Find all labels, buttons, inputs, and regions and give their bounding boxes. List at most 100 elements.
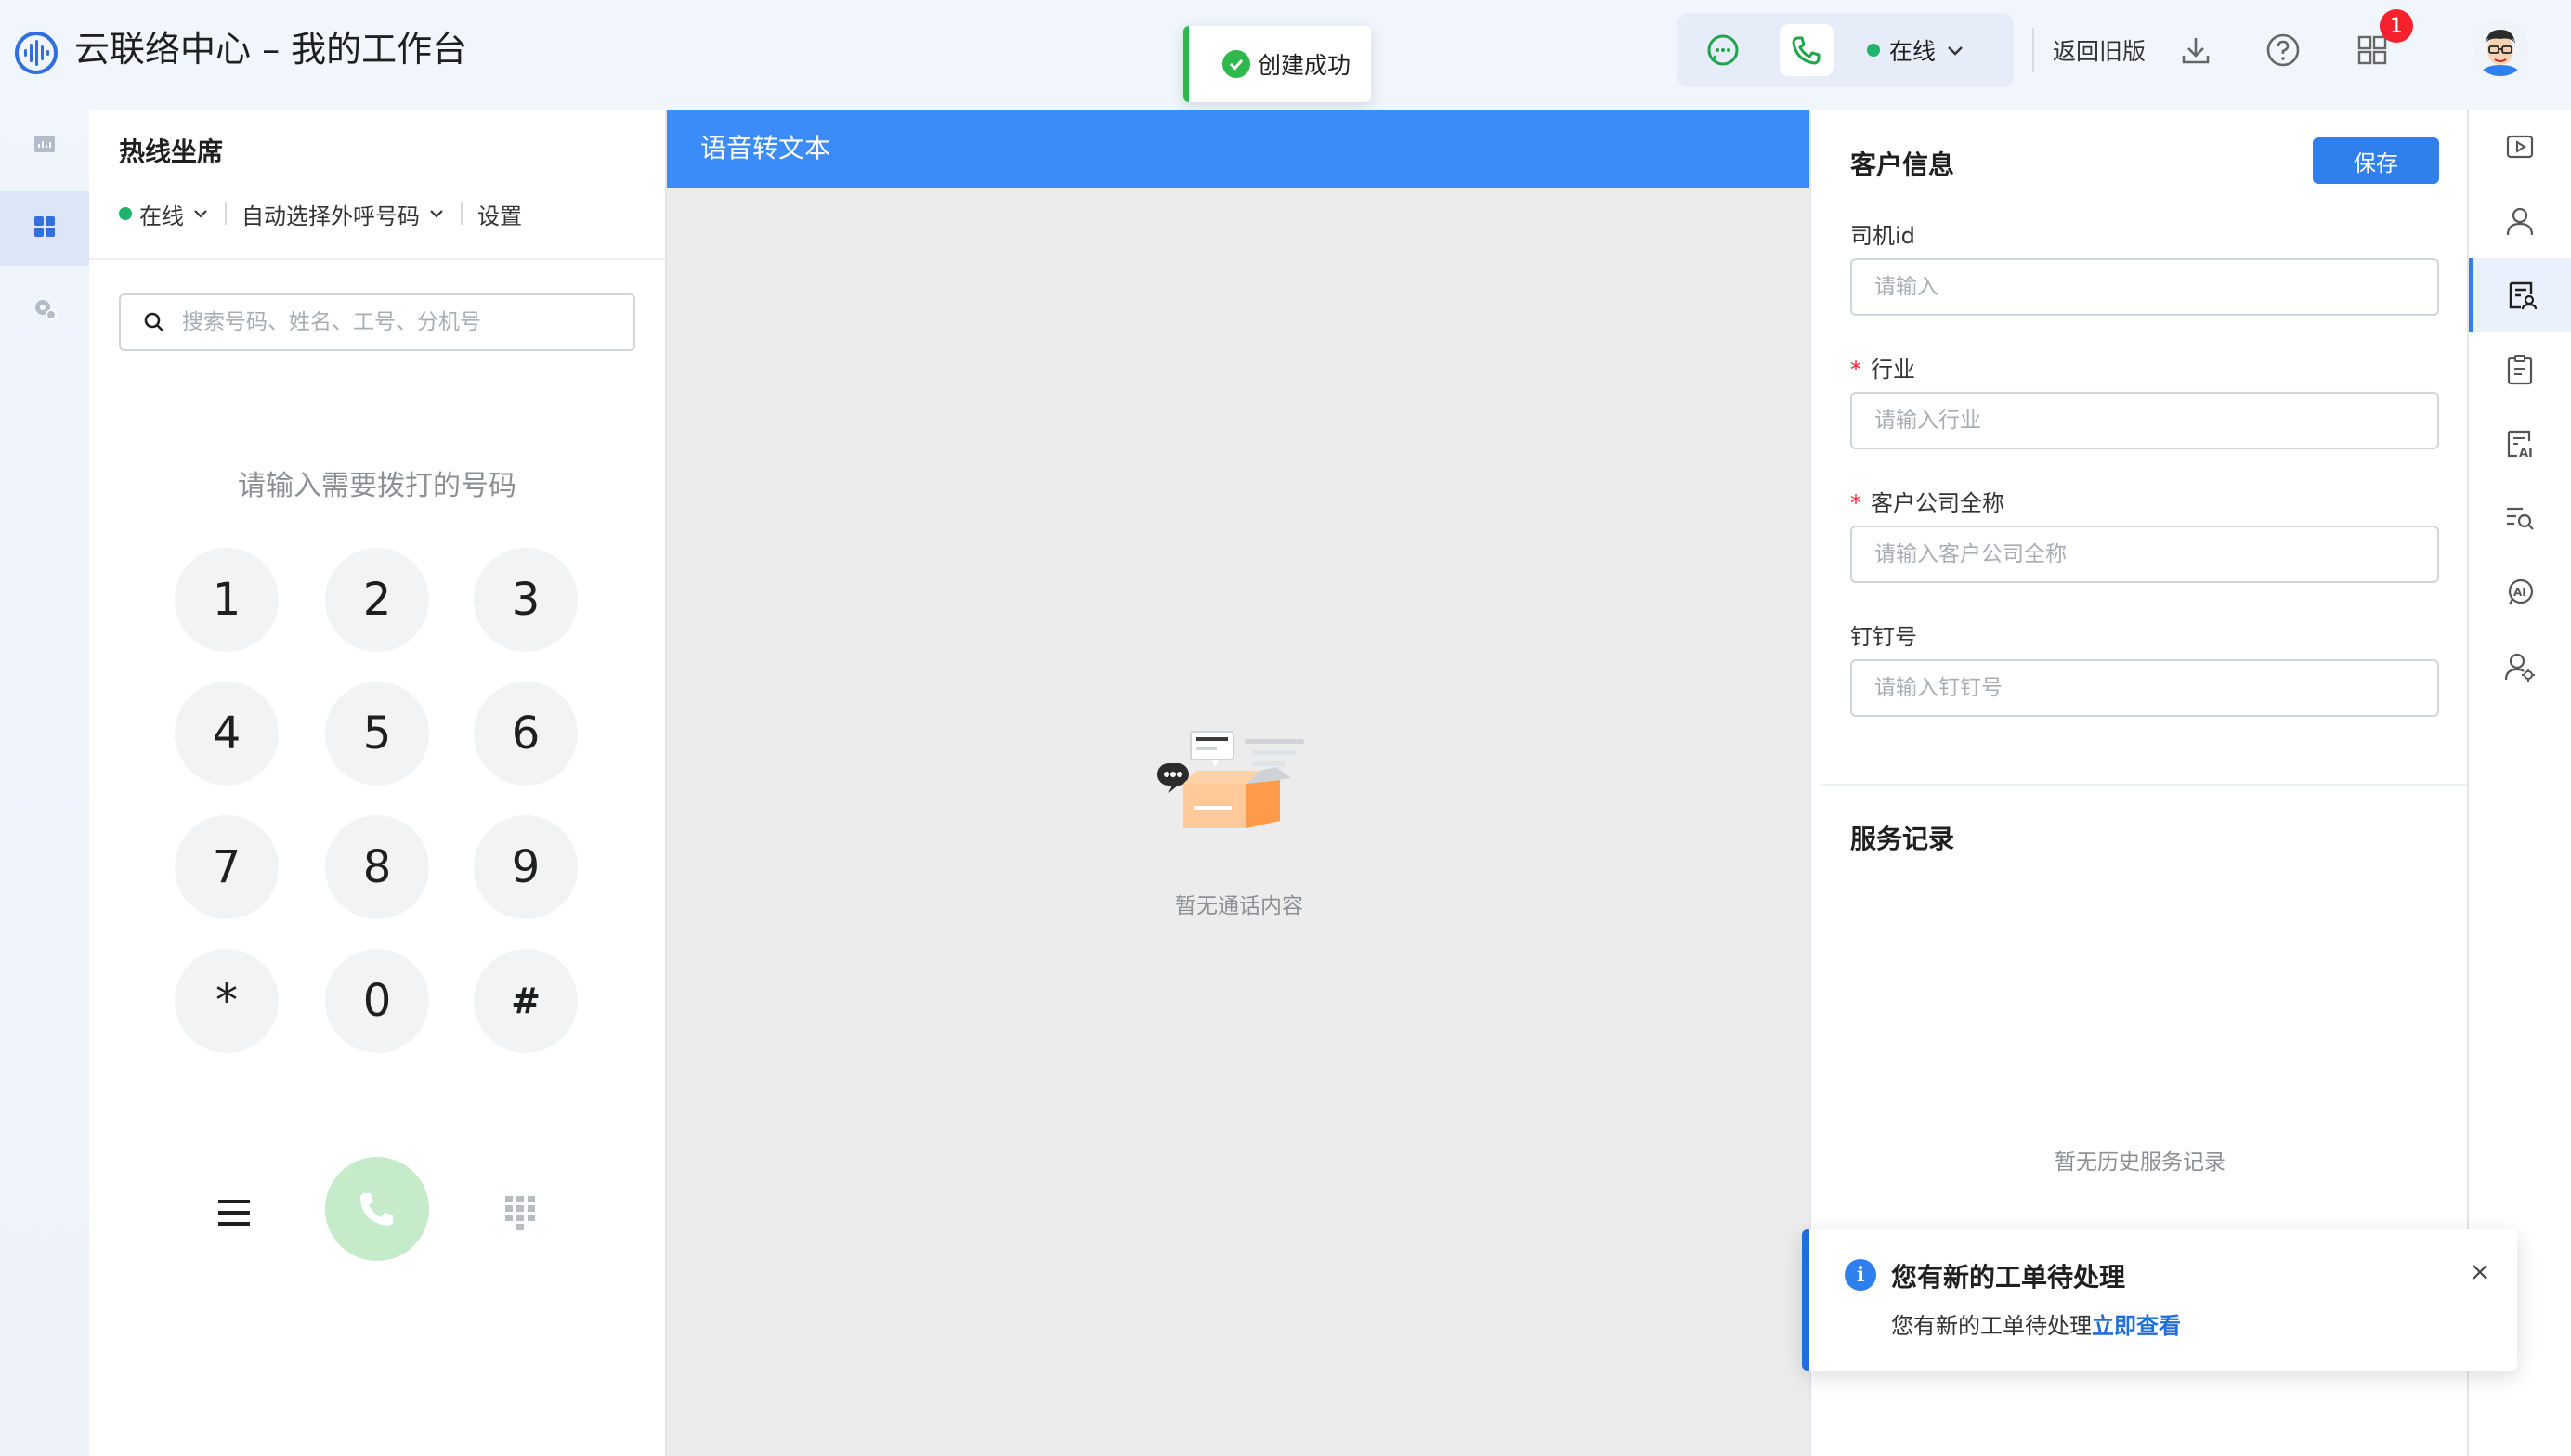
industry-label-text: 行业 bbox=[1871, 357, 1915, 383]
chat-button[interactable] bbox=[1696, 24, 1750, 76]
download-icon bbox=[2182, 38, 2210, 64]
help-icon bbox=[2266, 33, 2300, 67]
agent-status-label: 在线 bbox=[1889, 38, 1937, 65]
toast-text: 创建成功 bbox=[1258, 52, 1351, 79]
driver-id-input[interactable] bbox=[1850, 258, 2439, 316]
dial-key-0[interactable]: 0 bbox=[325, 949, 429, 1053]
dial-panel-title: 热线坐席 bbox=[119, 136, 224, 167]
dial-key-6[interactable]: 6 bbox=[474, 682, 578, 786]
rail-user[interactable] bbox=[2469, 184, 2571, 258]
back-to-old-version-link[interactable]: 返回旧版 bbox=[2053, 33, 2146, 67]
company-name-label: * 客户公司全称 bbox=[1850, 485, 2004, 517]
dial-key-1[interactable]: 1 bbox=[175, 548, 279, 652]
dingtalk-label: 钉钉号 bbox=[1850, 618, 1917, 651]
dial-key-star[interactable]: * bbox=[175, 949, 279, 1053]
chevron-down-icon bbox=[1948, 46, 1963, 56]
call-menu-button[interactable] bbox=[210, 1189, 258, 1237]
check-circle-icon bbox=[1222, 50, 1250, 78]
service-record-title: 服务记录 bbox=[1850, 824, 1955, 854]
avatar[interactable] bbox=[2473, 20, 2528, 76]
agent-status-dropdown[interactable]: 在线 bbox=[1867, 13, 1965, 87]
agent-status-bar: 在线 bbox=[1677, 13, 2014, 87]
dial-status-label: 在线 bbox=[139, 202, 184, 229]
company-name-input[interactable] bbox=[1850, 526, 2439, 583]
rail-clipboard[interactable] bbox=[2469, 332, 2571, 407]
apps-badge: 1 bbox=[2380, 9, 2413, 43]
driver-id-label-text: 司机id bbox=[1850, 223, 1915, 249]
user-icon bbox=[2506, 207, 2534, 236]
industry-input[interactable] bbox=[1850, 392, 2439, 449]
ai-document-icon: AI bbox=[2507, 430, 2533, 460]
dial-key-4[interactable]: 4 bbox=[175, 682, 279, 786]
app-root: 云联络中心 – 我的工作台 在线 返回旧版 1 创建成功 热线坐席 在线 自动选… bbox=[0, 0, 2571, 1456]
rail-customer-form[interactable] bbox=[2469, 258, 2571, 332]
transcript-empty-text: 暂无通话内容 bbox=[1175, 894, 1303, 918]
apps-grid-icon bbox=[2357, 35, 2387, 65]
dial-toolbar: 在线 自动选择外呼号码 设置 bbox=[119, 195, 522, 232]
phone-button[interactable] bbox=[1780, 24, 1834, 76]
phone-icon bbox=[1792, 36, 1821, 65]
save-button[interactable]: 保存 bbox=[2313, 137, 2439, 184]
dial-status-dropdown[interactable]: 在线 bbox=[119, 198, 210, 230]
app-title: 云联络中心 – 我的工作台 bbox=[74, 29, 468, 70]
dial-search-box bbox=[119, 293, 635, 351]
download-button[interactable] bbox=[2175, 30, 2216, 71]
notification-body-text: 您有新的工单待处理 bbox=[1891, 1313, 2092, 1339]
close-icon bbox=[2473, 1265, 2487, 1280]
toolbar-divider bbox=[461, 202, 463, 225]
dial-key-hash[interactable]: # bbox=[474, 949, 578, 1053]
rail-search-list[interactable] bbox=[2469, 481, 2571, 555]
mini-nav-settings[interactable] bbox=[0, 273, 89, 347]
rail-user-settings[interactable] bbox=[2469, 630, 2571, 704]
dingtalk-input[interactable] bbox=[1850, 659, 2439, 717]
rail-ai-chat[interactable]: AI bbox=[2469, 555, 2571, 630]
workbench-icon bbox=[32, 214, 58, 243]
dial-key-5[interactable]: 5 bbox=[325, 682, 429, 786]
keypad-toggle-button[interactable] bbox=[494, 1187, 546, 1239]
dial-key-9[interactable]: 9 bbox=[474, 815, 578, 919]
dial-key-3[interactable]: 3 bbox=[474, 548, 578, 652]
notification-close-button[interactable] bbox=[2465, 1257, 2495, 1287]
dial-hint: 请输入需要拨打的号码 bbox=[238, 470, 516, 502]
transcript-title: 语音转文本 bbox=[667, 110, 1809, 188]
svg-text:AI: AI bbox=[2513, 586, 2526, 599]
chat-icon bbox=[1707, 34, 1739, 66]
online-dot bbox=[119, 207, 132, 220]
svg-text:AI: AI bbox=[2519, 447, 2533, 460]
phone-icon bbox=[360, 1193, 393, 1226]
dial-settings-link[interactable]: 设置 bbox=[477, 198, 522, 230]
dial-key-7[interactable]: 7 bbox=[175, 815, 279, 919]
user-settings-icon bbox=[2504, 653, 2535, 682]
header-divider bbox=[2032, 28, 2034, 72]
call-button[interactable] bbox=[325, 1157, 429, 1261]
required-mark: * bbox=[1850, 357, 1861, 383]
mini-nav-dashboard[interactable] bbox=[0, 110, 89, 184]
dingtalk-label-text: 钉钉号 bbox=[1850, 624, 1917, 650]
required-mark: * bbox=[1850, 490, 1861, 516]
top-bar: 云联络中心 – 我的工作台 在线 返回旧版 1 创建成功 bbox=[0, 0, 2571, 110]
dial-key-8[interactable]: 8 bbox=[325, 815, 429, 919]
outbound-number-select[interactable]: 自动选择外呼号码 bbox=[241, 198, 446, 230]
chevron-down-icon bbox=[194, 210, 207, 218]
rail-ai-document[interactable]: AI bbox=[2469, 407, 2571, 481]
online-dot bbox=[1867, 44, 1880, 57]
notification-body: 您有新的工单待处理立即查看 bbox=[1891, 1307, 2181, 1340]
mini-nav-workbench[interactable] bbox=[0, 191, 89, 266]
dial-search-input[interactable] bbox=[182, 310, 591, 334]
dial-settings-label: 设置 bbox=[477, 202, 522, 229]
driver-id-label: 司机id bbox=[1850, 217, 1915, 250]
waveform-logo-icon bbox=[15, 32, 58, 74]
speech-to-text-panel: 语音转文本 暂无通话内容 bbox=[665, 110, 1809, 1456]
company-name-label-text: 客户公司全称 bbox=[1871, 490, 2004, 516]
view-now-link[interactable]: 立即查看 bbox=[2092, 1313, 2181, 1339]
keypad-icon bbox=[505, 1196, 535, 1230]
dial-key-2[interactable]: 2 bbox=[325, 548, 429, 652]
customer-info-title: 客户信息 bbox=[1850, 150, 1955, 180]
settings-icon bbox=[32, 295, 58, 325]
dial-panel: 热线坐席 在线 自动选择外呼号码 设置 请输入需要 bbox=[89, 110, 665, 1456]
empty-box-icon bbox=[1157, 731, 1304, 828]
search-icon bbox=[144, 312, 163, 332]
rail-video[interactable] bbox=[2469, 110, 2571, 184]
help-button[interactable] bbox=[2263, 30, 2303, 71]
industry-label: * 行业 bbox=[1850, 351, 1915, 384]
